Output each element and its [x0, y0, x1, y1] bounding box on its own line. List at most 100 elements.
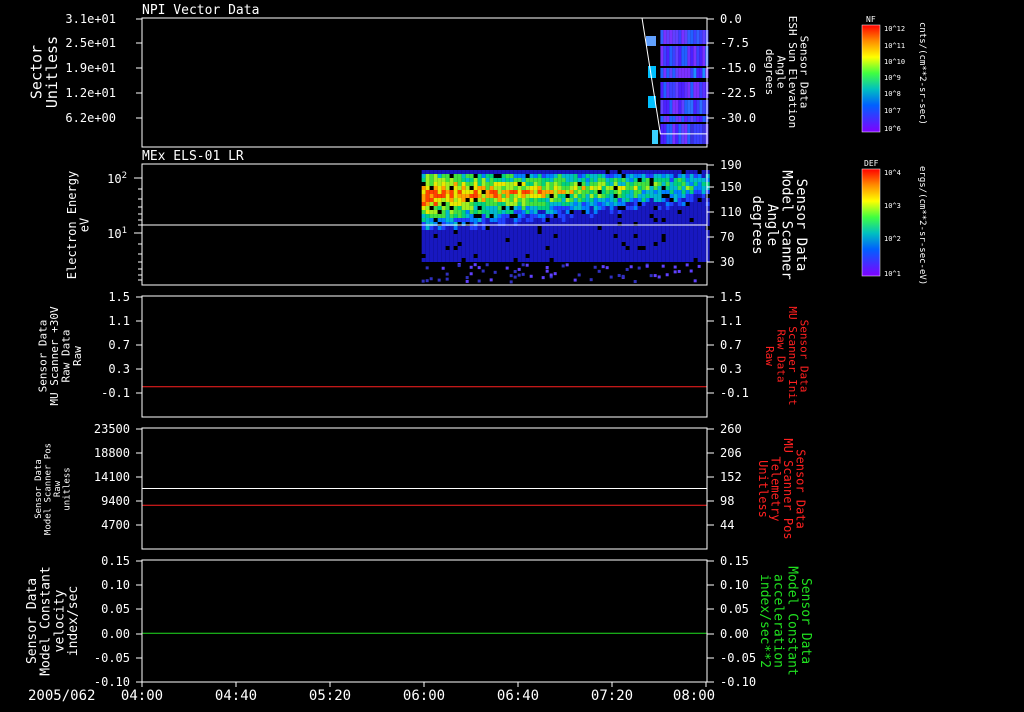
els-heat-cell [681, 218, 686, 222]
scanner-30v-ytick: 1.5 [108, 290, 130, 304]
els-heat-cell [521, 186, 526, 190]
els-heat-cell [649, 254, 654, 258]
els-heat-cell [529, 174, 534, 178]
els-heat-cell [573, 234, 578, 238]
els-heat-cell [677, 202, 682, 206]
els-heat-cell [613, 198, 618, 202]
els-heat-cell [649, 242, 654, 246]
els-heat-cell [505, 198, 510, 202]
els-heat-cell [573, 174, 578, 178]
els-heat-cell [489, 186, 494, 190]
els-heat-cell [461, 230, 466, 234]
els-heat-cell [445, 174, 450, 178]
els-heat-cell [517, 194, 522, 198]
els-heat-cell [533, 258, 538, 262]
els-heat-cell [665, 206, 670, 210]
els-heat-cell [493, 214, 498, 218]
els-heat-cell [505, 194, 510, 198]
els-heat-cell [541, 170, 546, 174]
label-line: Angle [764, 204, 780, 246]
els-heat-cell [649, 250, 654, 254]
els-heat-cell [693, 214, 698, 218]
npi-heat-cell [675, 68, 679, 78]
npi-heat-cell [669, 116, 673, 122]
els-heat-cell [665, 254, 670, 258]
els-heat-cell [693, 178, 698, 182]
els-heat-cell [445, 226, 450, 230]
els-heat-cell [485, 250, 490, 254]
els-heat-cell [605, 266, 609, 270]
els-heat-cell [465, 174, 470, 178]
els-heat-cell [421, 186, 426, 190]
els-heat-cell [457, 210, 462, 214]
els-heat-cell [501, 194, 506, 198]
els-heat-cell [605, 226, 610, 230]
els-heat-cell [653, 234, 658, 238]
els-heat-cell [649, 206, 654, 210]
els-heat-cell [629, 178, 634, 182]
els-heat-cell [473, 226, 478, 230]
els-heat-cell [521, 230, 526, 234]
els-heat-cell [505, 174, 510, 178]
els-heat-cell [637, 214, 642, 218]
npi-heat-cell [675, 82, 679, 98]
npi-heat-cell [678, 100, 682, 114]
els-heat-cell [657, 194, 662, 198]
els-heat-cell [705, 214, 710, 218]
els-heat-cell [557, 174, 562, 178]
els-heat-cell [613, 218, 618, 222]
els-heat-cell [585, 250, 590, 254]
els-heat-cell [493, 234, 498, 238]
els-heat-cell [573, 250, 578, 254]
npi-heat-cell [663, 68, 667, 78]
els-heat-cell [465, 250, 470, 254]
els-heat-cell [589, 278, 593, 282]
els-heat-cell [481, 230, 486, 234]
els-heat-cell [577, 250, 582, 254]
els-heat-cell [429, 194, 434, 198]
els-heat-cell [429, 202, 434, 206]
els-heat-cell [481, 234, 486, 238]
els-heat-cell [433, 226, 438, 230]
els-heat-cell [693, 254, 698, 258]
els-heat-cell [457, 250, 462, 254]
els-heat-cell [493, 218, 498, 222]
els-heat-cell [569, 242, 574, 246]
els-heat-cell [681, 246, 686, 250]
els-heat-cell [473, 242, 478, 246]
npi-heat-cell [699, 30, 703, 44]
els-heat-cell [525, 226, 530, 230]
els-heat-cell [585, 246, 590, 250]
els-heat-cell [673, 238, 678, 242]
els-heat-cell [493, 182, 498, 186]
els-heat-cell [561, 194, 566, 198]
els-heat-cell [457, 206, 462, 210]
els-heat-cell [577, 174, 582, 178]
els-heat-cell [525, 182, 530, 186]
els-heat-cell [533, 198, 538, 202]
els-heat-cell [497, 254, 502, 258]
els-heat-cell [541, 174, 546, 178]
els-heat-cell [689, 174, 694, 178]
els-heat-cell [517, 210, 522, 214]
els-heat-cell [473, 190, 478, 194]
label-line: Raw [71, 346, 84, 366]
els-heat-cell [681, 178, 686, 182]
els-heat-cell [657, 206, 662, 210]
els-heat-cell [705, 198, 710, 202]
els-heat-cell [521, 206, 526, 210]
els-heat-cell [685, 258, 690, 262]
npi-heat-cell [666, 82, 670, 98]
els-heat-cell [557, 258, 562, 262]
els-heat-cell [505, 210, 510, 214]
els-heat-cell [625, 210, 630, 214]
els-heat-cell [601, 265, 605, 269]
els-heat-cell [545, 250, 550, 254]
els-heat-cell [533, 242, 538, 246]
els-heat-cell [549, 190, 554, 194]
els-heat-cell [557, 250, 562, 254]
els-heat-cell [549, 194, 554, 198]
els-heat-cell [489, 278, 493, 282]
npi-heat-cell [666, 68, 670, 78]
npi-colorbar-gradient [861, 24, 881, 133]
